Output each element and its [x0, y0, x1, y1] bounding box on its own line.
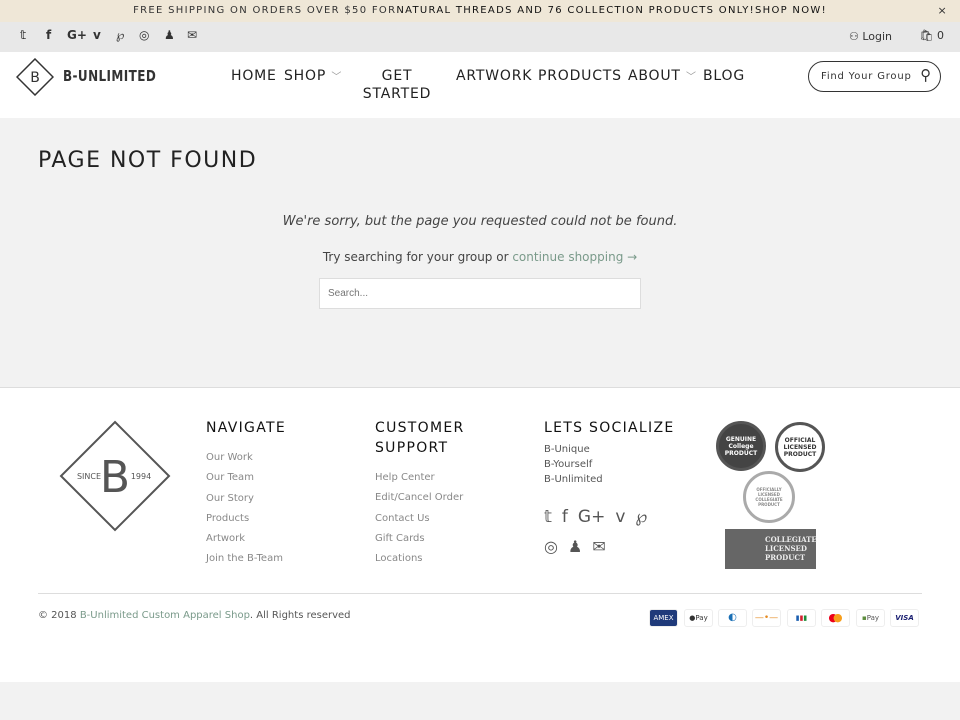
nav-home[interactable]: HOME: [231, 68, 277, 84]
footer-heading: NAVIGATE: [206, 420, 286, 436]
vimeo-icon[interactable]: v: [93, 28, 101, 42]
footer-support: CUSTOMER SUPPORT Help Center Edit/Cancel…: [375, 418, 485, 569]
main-content: PAGE NOT FOUND We're sorry, but the page…: [0, 118, 960, 388]
logo-diamond-icon: B: [15, 57, 55, 97]
pinterest-icon[interactable]: ℘: [116, 28, 124, 42]
google-plus-icon[interactable]: G+: [67, 28, 87, 42]
nav-about[interactable]: ABOUT ﹀: [628, 68, 697, 84]
svg-text:B: B: [30, 70, 40, 86]
cart-link[interactable]: 🛍︎ 0: [920, 29, 944, 42]
footer-link[interactable]: Join the B-Team: [206, 549, 286, 569]
chevron-down-icon: ﹀: [686, 72, 697, 83]
nav-blog[interactable]: BLOG: [703, 68, 745, 84]
nav-about-label: ABOUT: [628, 68, 681, 84]
svg-text:SINCE: SINCE: [77, 472, 101, 481]
mastercard-icon: ●●: [821, 609, 850, 627]
footer-socialize: LETS SOCIALIZE B-Unique B-Yourself B-Unl…: [544, 418, 684, 556]
instagram-icon[interactable]: ◎: [544, 537, 558, 556]
user-icon: ⚇: [848, 30, 863, 43]
footer-link[interactable]: Our Story: [206, 489, 286, 509]
not-found-message: We're sorry, but the page you requested …: [282, 214, 678, 229]
shop-now-link[interactable]: SHOP NOW!: [755, 5, 827, 16]
svg-text:1994: 1994: [131, 472, 151, 481]
nav-shop-label: SHOP: [284, 68, 327, 84]
bag-icon: 🛍︎: [919, 29, 937, 42]
shop-link[interactable]: B-Unlimited Custom Apparel Shop: [80, 610, 250, 621]
close-icon[interactable]: ×: [937, 0, 948, 22]
footer-link[interactable]: Products: [206, 509, 286, 529]
twitter-icon[interactable]: 𝕥: [544, 507, 552, 527]
continue-shopping-link[interactable]: continue shopping →: [512, 250, 637, 264]
apple-pay-label: Pay: [695, 614, 708, 622]
vimeo-icon[interactable]: v: [615, 507, 625, 527]
shop-pay-label: Pay: [866, 614, 880, 622]
facebook-icon[interactable]: f: [562, 507, 568, 527]
login-label: Login: [862, 30, 892, 43]
find-group-label: Find Your Group: [821, 71, 912, 82]
footer-heading: CUSTOMER SUPPORT: [375, 420, 465, 456]
header: B B-UNLIMITED HOME SHOP ﹀ GET STARTED AR…: [0, 52, 960, 118]
apple-pay-icon: ●Pay: [684, 609, 713, 627]
nav-get-started[interactable]: GET STARTED: [362, 67, 432, 103]
find-your-group-button[interactable]: Find Your Group ⚲: [808, 61, 941, 92]
chevron-down-icon: ﹀: [331, 72, 343, 83]
search-input[interactable]: [319, 278, 641, 309]
copyright-text: . All Rights reserved: [249, 610, 351, 621]
shopify-pay-icon: ▪Pay: [856, 609, 885, 627]
cart-count: 0: [937, 29, 944, 42]
socialize-line: B-Yourself: [544, 459, 593, 470]
logo[interactable]: B B-UNLIMITED: [15, 57, 156, 100]
visa-icon: VISA: [890, 609, 919, 627]
announcement-text: FREE SHIPPING ON ORDERS OVER $50 FOR: [133, 5, 397, 16]
discover-icon: —•—: [752, 609, 781, 627]
search-hint-text: Try searching for your group or: [322, 250, 513, 264]
footer-link[interactable]: Edit/Cancel Order: [375, 488, 485, 508]
snapchat-icon[interactable]: ♟: [568, 537, 582, 556]
pinterest-icon[interactable]: ℘: [635, 507, 647, 527]
twitter-icon[interactable]: 𝕥: [20, 28, 26, 42]
footer-link[interactable]: Help Center: [375, 468, 485, 488]
nav-shop[interactable]: SHOP ﹀: [284, 68, 342, 84]
footer-link[interactable]: Contact Us: [375, 509, 485, 529]
collegiate-seal-badge: OFFICIALLY LICENSED COLLEGIATE PRODUCT: [743, 471, 795, 523]
announcement-bar: FREE SHIPPING ON ORDERS OVER $50 FORNATU…: [0, 0, 960, 22]
bottom-strip: [0, 682, 960, 720]
svg-text:B: B: [100, 452, 130, 503]
email-icon[interactable]: ✉: [592, 537, 605, 556]
footer-link[interactable]: Gift Cards: [375, 529, 485, 549]
socialize-line: B-Unlimited: [544, 474, 603, 485]
footer-link[interactable]: Our Team: [206, 468, 286, 488]
copyright-text: © 2018: [38, 610, 80, 621]
collegiate-licensed-badge: COLLEGIATE LICENSED PRODUCT: [725, 529, 817, 569]
email-icon[interactable]: ✉: [187, 28, 197, 42]
snapchat-icon[interactable]: ♟: [164, 28, 175, 42]
amex-icon: AMEX: [649, 609, 678, 627]
instagram-icon[interactable]: ◎: [139, 28, 149, 42]
search-icon: ⚲: [920, 66, 932, 84]
google-plus-icon[interactable]: G+: [578, 507, 605, 527]
footer-link[interactable]: Our Work: [206, 448, 286, 468]
search-hint: Try searching for your group or continue…: [0, 250, 960, 264]
facebook-icon[interactable]: f: [46, 28, 51, 42]
page-title: PAGE NOT FOUND: [38, 148, 258, 173]
diners-icon: ◐: [718, 609, 747, 627]
socialize-line: B-Unique: [544, 444, 590, 455]
logo-text: B-UNLIMITED: [63, 67, 157, 85]
footer-navigate: NAVIGATE Our Work Our Team Our Story Pro…: [206, 418, 286, 570]
footer-divider: [38, 593, 922, 594]
nav-artwork[interactable]: ARTWORK: [456, 68, 532, 84]
footer-heading: LETS SOCIALIZE: [544, 420, 675, 436]
jcb-icon: ▮▮▮: [787, 609, 816, 627]
genuine-college-badge: GENUINE College PRODUCT: [716, 421, 766, 471]
top-bar: 𝕥 f G+ v ℘ ◎ ♟ ✉ ⚇ Login 🛍︎ 0: [0, 22, 960, 52]
footer-logo-emblem: BSINCE 1994: [59, 420, 171, 532]
official-licensed-badge: OFFICIAL LICENSED PRODUCT: [775, 422, 825, 472]
copyright: © 2018 B-Unlimited Custom Apparel Shop. …: [38, 610, 351, 621]
footer-link[interactable]: Artwork: [206, 529, 286, 549]
footer-logo: B SINCE 1994: [59, 420, 171, 536]
login-link[interactable]: ⚇ Login: [849, 30, 892, 43]
nav-products[interactable]: PRODUCTS: [538, 68, 622, 84]
footer-link[interactable]: Locations: [375, 549, 485, 569]
announcement-highlight: NATURAL THREADS AND 76 COLLECTION PRODUC…: [396, 5, 755, 16]
